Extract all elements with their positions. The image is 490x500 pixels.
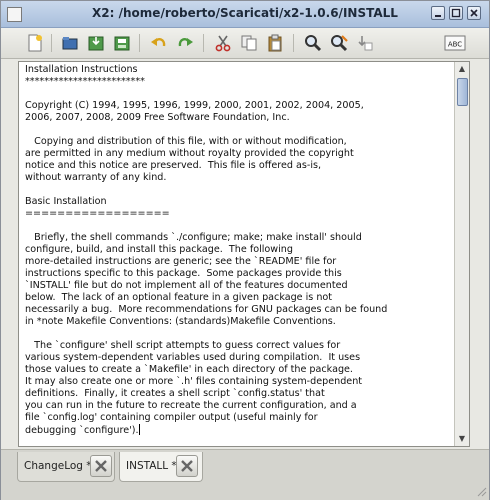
tab-close-button[interactable] bbox=[90, 455, 112, 477]
find-button[interactable] bbox=[303, 33, 323, 53]
redo-button[interactable] bbox=[175, 33, 195, 53]
editor-line: Copyright (C) 1994, 1995, 1996, 1999, 20… bbox=[25, 100, 364, 111]
scroll-up-icon[interactable]: ▲ bbox=[455, 62, 469, 76]
open-button[interactable] bbox=[60, 33, 80, 53]
editor-line: Copying and distribution of this file, w… bbox=[25, 136, 347, 147]
new-file-button[interactable] bbox=[25, 33, 45, 53]
editor-line: instructions specific to this package. S… bbox=[25, 268, 342, 279]
close-icon bbox=[470, 9, 478, 17]
vertical-scrollbar[interactable]: ▲ ▼ bbox=[454, 62, 469, 446]
save-button[interactable] bbox=[86, 33, 106, 53]
editor-line: definitions. Finally, it creates a shell… bbox=[25, 388, 325, 399]
editor-line: you can run in the future to recreate th… bbox=[25, 400, 357, 411]
tab-changelog[interactable]: ChangeLog * bbox=[17, 452, 115, 482]
find-replace-button[interactable] bbox=[329, 33, 349, 53]
editor-line: ================== bbox=[25, 208, 170, 219]
copy-button[interactable] bbox=[239, 33, 259, 53]
editor-line: Briefly, the shell commands `./configure… bbox=[25, 232, 362, 243]
document-tab-bar: ChangeLog * INSTALL * bbox=[1, 449, 489, 500]
redo-icon bbox=[178, 38, 193, 47]
editor-line: file `config.log' containing compiler ou… bbox=[25, 412, 318, 423]
editor-line: below. The lack of an optional feature i… bbox=[25, 292, 333, 303]
close-icon bbox=[181, 460, 193, 472]
editor-line: Basic Installation bbox=[25, 196, 107, 207]
editor-line: without warranty of any kind. bbox=[25, 172, 167, 183]
text-editor[interactable]: Installation Instructions ***************… bbox=[18, 61, 470, 447]
new-file-icon bbox=[28, 34, 42, 52]
editor-line: notice and this notice are preserved. Th… bbox=[25, 160, 322, 171]
resize-grip-icon[interactable] bbox=[475, 485, 487, 497]
cut-icon bbox=[215, 35, 231, 52]
editor-line: The `configure' shell script attempts to… bbox=[25, 340, 341, 351]
svg-text:ABC: ABC bbox=[448, 41, 462, 49]
save-as-button[interactable] bbox=[112, 33, 132, 53]
tab-label: INSTALL * bbox=[126, 460, 177, 472]
find-replace-icon bbox=[331, 35, 348, 52]
window-title: X2: /home/roberto/Scaricati/x2-1.0.6/INS… bbox=[92, 6, 398, 20]
editor-window: X2: /home/roberto/Scaricati/x2-1.0.6/INS… bbox=[0, 0, 490, 500]
title-bar[interactable]: X2: /home/roberto/Scaricati/x2-1.0.6/INS… bbox=[1, 1, 489, 28]
editor-text-content[interactable]: Installation Instructions ***************… bbox=[25, 64, 455, 446]
open-folder-icon bbox=[62, 37, 78, 50]
save-icon bbox=[88, 36, 104, 51]
goto-icon bbox=[358, 36, 373, 51]
editor-line: necessarily a bug. More recommendations … bbox=[25, 304, 388, 315]
editor-line: more-detailed instructions are generic; … bbox=[25, 256, 337, 267]
maximize-icon bbox=[451, 8, 461, 18]
toggle-case-icon: ABC bbox=[444, 35, 466, 51]
paste-button[interactable] bbox=[265, 33, 285, 53]
editor-line: those values to create a `Makefile' in e… bbox=[25, 364, 353, 375]
minimize-icon bbox=[435, 15, 441, 17]
close-icon bbox=[95, 460, 107, 472]
undo-icon bbox=[151, 38, 166, 47]
toolbar: ABC bbox=[1, 28, 489, 59]
editor-line: in *note Makefile Conventions: (standard… bbox=[25, 316, 336, 327]
scrollbar-thumb[interactable] bbox=[457, 78, 468, 106]
tab-label: ChangeLog * bbox=[24, 460, 92, 472]
minimize-button[interactable] bbox=[431, 6, 445, 20]
cut-button[interactable] bbox=[213, 33, 233, 53]
editor-line: ************************* bbox=[25, 76, 145, 87]
editor-line: configure, build, and install this packa… bbox=[25, 244, 293, 255]
scroll-down-icon[interactable]: ▼ bbox=[455, 432, 469, 446]
copy-icon bbox=[241, 35, 257, 51]
editor-line: various system-dependent variables used … bbox=[25, 352, 361, 363]
save-as-icon bbox=[114, 36, 130, 51]
editor-line: Installation Instructions bbox=[25, 64, 138, 75]
editor-line: are permitted in any medium without roya… bbox=[25, 148, 354, 159]
paste-icon bbox=[268, 34, 282, 52]
toggle-case-button[interactable]: ABC bbox=[443, 33, 467, 53]
editor-line: debugging `configure'). bbox=[25, 424, 140, 436]
editor-line: 2006, 2007, 2008, 2009 Free Software Fou… bbox=[25, 112, 290, 123]
goto-line-button[interactable] bbox=[355, 33, 375, 53]
text-cursor bbox=[138, 424, 140, 435]
maximize-button[interactable] bbox=[449, 6, 463, 20]
tab-close-button[interactable] bbox=[176, 455, 198, 477]
close-window-button[interactable] bbox=[467, 6, 481, 20]
tab-install[interactable]: INSTALL * bbox=[119, 452, 203, 482]
find-icon bbox=[305, 35, 322, 52]
undo-button[interactable] bbox=[149, 33, 169, 53]
editor-line: It may also create one or more `.h' file… bbox=[25, 376, 363, 387]
editor-line: `INSTALL' file but do not implement all … bbox=[25, 280, 348, 291]
